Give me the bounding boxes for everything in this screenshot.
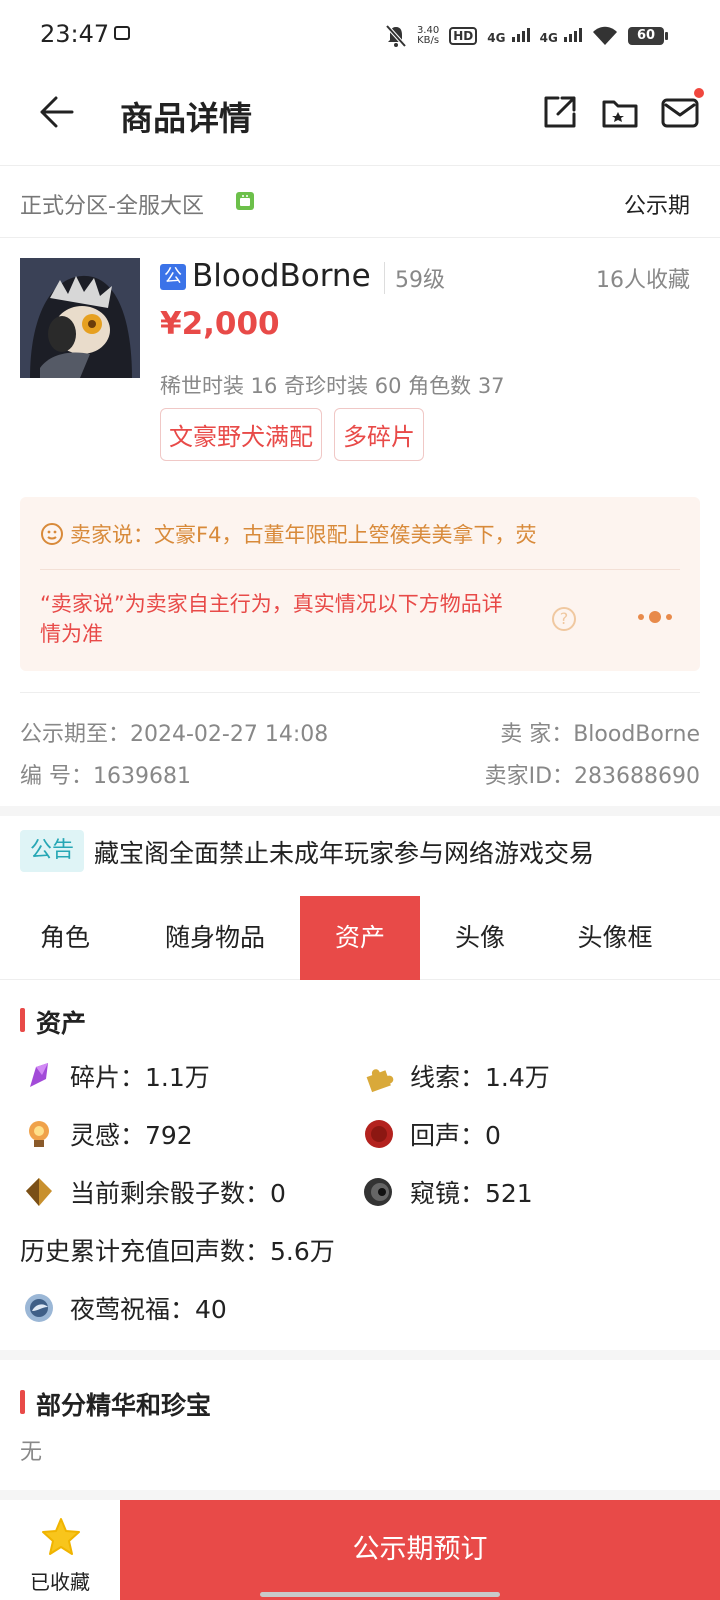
tab-avatar[interactable]: 头像 [430, 896, 530, 980]
network-speed: 3.40 KB/s [416, 25, 440, 46]
treasures-title: 部分精华和珍宝 [20, 1386, 211, 1422]
asset-item: 灵感：792 [22, 1116, 193, 1152]
asset-item: 当前剩余骰子数：0 [22, 1174, 286, 1210]
puzzle-icon [366, 1069, 394, 1093]
tab-carry-items[interactable]: 随身物品 [140, 896, 290, 980]
mute-icon [385, 24, 407, 48]
character-level: 59级 [384, 262, 445, 294]
nightingale-icon [25, 1294, 53, 1322]
status-bar: 23:47 3.40 KB/s HD 4G 4G 60 [0, 0, 720, 70]
tab-role[interactable]: 角色 [10, 896, 120, 980]
public-until: 公示期至：2024-02-27 14:08 [20, 722, 329, 747]
section-gap [0, 1350, 720, 1360]
tag-item: 多碎片 [334, 408, 424, 461]
bottom-action-bar: 已收藏 公示期预订 [0, 1500, 720, 1600]
status-time: 23:47 [40, 20, 110, 48]
treasures-value: 无 [20, 1440, 43, 1465]
seller-id: 卖家ID：283688690 [484, 764, 700, 789]
mail-icon[interactable] [660, 92, 700, 132]
more-dots-icon[interactable] [638, 611, 672, 623]
signal-2: 4G [540, 27, 582, 45]
asset-item: 碎片：1.1万 [22, 1058, 210, 1094]
lightbulb-icon [29, 1121, 49, 1147]
back-arrow-icon[interactable] [36, 92, 76, 132]
app-header: 商品详情 [0, 70, 720, 166]
notice-text[interactable]: 藏宝阁全面禁止未成年玩家参与网络游戏交易 [94, 834, 594, 870]
asset-item: 历史累计充值回声数：5.6万 [20, 1237, 335, 1266]
seller-name: BloodBorne [192, 258, 371, 294]
detail-tabs: 角色 随身物品 资产 头像 头像框 [0, 896, 720, 980]
product-stats: 稀世时装 16 奇珍时装 60 角色数 37 [160, 374, 505, 398]
asset-item: 回声：0 [362, 1116, 501, 1152]
product-tags: 文豪野犬满配 多碎片 [160, 408, 424, 461]
lens-icon [364, 1178, 392, 1206]
server-zone: 正式分区-全服大区 [20, 194, 204, 219]
reserve-button[interactable]: 公示期预订 [120, 1500, 720, 1600]
seller-says[interactable]: 卖家说：文豪F4，古董年限配上箜篌美美拿下，荧 [40, 519, 536, 549]
page-title: 商品详情 [120, 99, 252, 138]
seller-says-text: 卖家说：文豪F4，古董年限配上箜篌美美拿下，荧 [70, 523, 537, 547]
divider [20, 692, 700, 693]
smile-icon [41, 523, 63, 545]
tab-assets[interactable]: 资产 [300, 896, 420, 980]
seller-disclaimer: “卖家说”为卖家自主行为，真实情况以下方物品详情为准 [40, 592, 503, 646]
tv-icon [114, 26, 130, 40]
seller-says-box: 卖家说：文豪F4，古董年限配上箜篌美美拿下，荧 “卖家说”为卖家自主行为，真实情… [20, 497, 700, 671]
status-icons: 3.40 KB/s HD 4G 4G 60 [385, 22, 668, 50]
battery-icon: 60 [628, 27, 668, 45]
dice-icon [26, 1178, 52, 1206]
notice-tag: 公告 [20, 830, 84, 872]
crystal-icon [30, 1063, 48, 1087]
assets-title: 资产 [20, 1004, 86, 1040]
folder-star-icon[interactable] [600, 92, 640, 132]
section-gap [0, 806, 720, 816]
seller-label: 卖 家：BloodBorne [500, 722, 700, 747]
asset-item: 线索：1.4万 [362, 1058, 550, 1094]
official-badge: 公 [160, 264, 186, 290]
tag-item: 文豪野犬满配 [160, 408, 322, 461]
share-icon[interactable] [540, 92, 580, 132]
item-number: 编 号：1639681 [20, 764, 191, 789]
section-gap [0, 1490, 720, 1500]
divider [40, 569, 680, 570]
wax-seal-icon [365, 1120, 393, 1148]
hd-icon: HD [449, 27, 478, 45]
period-status: 公示期 [623, 194, 690, 219]
star-icon [42, 1518, 80, 1555]
server-zone-row: 正式分区-全服大区 公示期 [0, 166, 720, 238]
android-icon [236, 192, 254, 210]
product-avatar[interactable] [20, 258, 140, 378]
favorite-count: 16人收藏 [596, 268, 690, 293]
home-indicator [260, 1592, 500, 1597]
wifi-icon [593, 26, 617, 45]
favorite-label: 已收藏 [30, 1570, 90, 1594]
tab-avatar-frame[interactable]: 头像框 [550, 896, 680, 980]
asset-item: 夜莺祝福：40 [22, 1290, 227, 1326]
help-icon[interactable]: ? [552, 607, 576, 631]
favorite-button[interactable]: 已收藏 [0, 1500, 120, 1600]
asset-item: 窥镜：521 [362, 1174, 533, 1210]
signal-1: 4G [487, 27, 530, 45]
notification-dot [694, 88, 704, 98]
price: ¥2,000 [160, 306, 280, 342]
